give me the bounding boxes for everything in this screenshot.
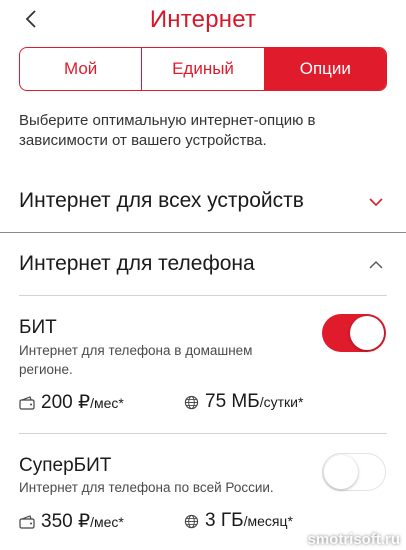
page-title: Интернет (149, 6, 257, 33)
wallet-icon (19, 514, 35, 529)
price-amount: 350 ₽ (41, 511, 91, 532)
tariff-segmented-control: Мой Единый Опции (19, 47, 387, 91)
traffic-unit: /сутки* (259, 394, 304, 410)
option-description: Интернет для телефона в домашнем регионе… (19, 343, 253, 377)
price-amount: 200 ₽ (41, 392, 91, 413)
tab-moy[interactable]: Мой (20, 48, 143, 90)
chevron-up-icon (369, 261, 383, 269)
wallet-icon (19, 395, 35, 410)
price-unit: /мес* (90, 514, 124, 530)
price-unit: /мес* (90, 395, 124, 411)
option-toggle-superbit[interactable] (322, 453, 386, 491)
toggle-knob (350, 316, 384, 350)
option-name: БИТ (19, 317, 57, 338)
watermark: smotrisoft.ru (307, 531, 400, 548)
option-toggle-bit[interactable] (322, 314, 386, 352)
option-traffic: 75 МБ /сутки* (184, 391, 303, 413)
option-description: Интернет для телефона по всей России. (19, 480, 274, 495)
section-all-devices[interactable]: Интернет для всех устройств (0, 170, 406, 234)
traffic-unit: /месяц* (243, 513, 293, 529)
traffic-amount: 3 ГБ (205, 510, 244, 531)
section-title: Интернет для телефона (19, 252, 255, 275)
option-name: СуперБИТ (19, 455, 112, 476)
tab-ediny[interactable]: Единый (142, 48, 265, 90)
option-price: 350 ₽ /мес* (19, 510, 124, 533)
header-bar: Интернет (0, 0, 406, 42)
option-traffic: 3 ГБ /месяц* (184, 510, 293, 532)
globe-icon (184, 395, 199, 409)
option-divider (19, 295, 387, 296)
section-title: Интернет для всех устройств (19, 189, 304, 212)
traffic-amount: 75 МБ (205, 391, 260, 412)
section-phone[interactable]: Интернет для телефона (0, 233, 406, 297)
options-description: Выберите оптимальную интернет-опцию в за… (19, 112, 316, 149)
chevron-down-icon (369, 198, 383, 207)
option-price: 200 ₽ /мес* (19, 391, 124, 414)
toggle-knob (324, 455, 358, 489)
tab-opcii[interactable]: Опции (264, 48, 386, 90)
globe-icon (184, 514, 199, 528)
option-divider (19, 433, 387, 434)
